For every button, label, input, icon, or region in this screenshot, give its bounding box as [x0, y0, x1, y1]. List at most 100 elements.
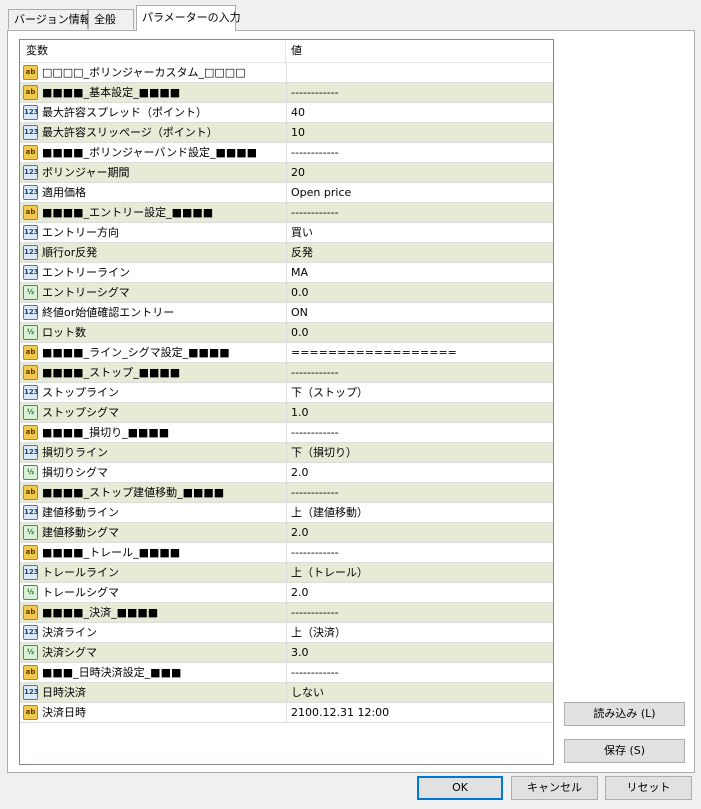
parameter-row[interactable]: ab ■■■_日時決済設定_■■■ ------------	[20, 663, 553, 683]
parameter-value[interactable]: 2100.12.31 12:00	[291, 703, 551, 722]
parameter-value[interactable]: 下（ストップ）	[291, 383, 551, 402]
parameter-row[interactable]: 123 エントリーライン MA	[20, 263, 553, 283]
parameter-value[interactable]: 20	[291, 163, 551, 182]
parameter-grid[interactable]: 変数 値 ab □□□□_ボリンジャーカスタム_□□□□ ab ■■■■_基本設定_■…	[19, 39, 554, 765]
parameter-name: 損切りシグマ	[42, 466, 108, 479]
column-divider	[286, 463, 287, 482]
reset-button[interactable]: リセット	[605, 776, 692, 800]
parameter-row[interactable]: ab 決済日時 2100.12.31 12:00	[20, 703, 553, 723]
parameter-value[interactable]: 10	[291, 123, 551, 142]
string-type-icon: ab	[23, 145, 38, 160]
parameter-row[interactable]: ab ■■■■_ライン_シグマ設定_■■■■ ==================	[20, 343, 553, 363]
parameter-value[interactable]: 0.0	[291, 283, 551, 302]
parameter-value[interactable]: ------------	[291, 543, 551, 562]
parameter-row[interactable]: ½ 建値移動シグマ 2.0	[20, 523, 553, 543]
parameter-value[interactable]: 買い	[291, 223, 551, 242]
column-header-variable[interactable]: 変数	[20, 40, 286, 62]
parameter-row[interactable]: ab ■■■■_エントリー設定_■■■■ ------------	[20, 203, 553, 223]
parameter-value[interactable]: 3.0	[291, 643, 551, 662]
parameter-value[interactable]: しない	[291, 683, 551, 702]
integer-type-icon: 123	[23, 565, 39, 580]
parameter-value[interactable]: 2.0	[291, 463, 551, 482]
tab-parameter-input[interactable]: パラメーターの入力	[136, 5, 241, 31]
parameter-value[interactable]: ------------	[291, 143, 551, 162]
parameter-row[interactable]: ½ ロット数 0.0	[20, 323, 553, 343]
string-type-icon: ab	[23, 345, 38, 360]
parameter-value[interactable]: ------------	[291, 423, 551, 442]
parameter-value[interactable]: ON	[291, 303, 551, 322]
parameter-row[interactable]: 123 最大許容スリッページ（ポイント） 10	[20, 123, 553, 143]
parameter-row[interactable]: ab ■■■■_ストップ_■■■■ ------------	[20, 363, 553, 383]
parameter-row[interactable]: ½ ストップシグマ 1.0	[20, 403, 553, 423]
parameter-row[interactable]: ab ■■■■_基本設定_■■■■ ------------	[20, 83, 553, 103]
parameter-name: 最大許容スリッページ（ポイント）	[42, 126, 218, 139]
tab-general[interactable]: 全般	[88, 9, 134, 29]
parameter-name: 最大許容スプレッド（ポイント）	[42, 106, 207, 119]
parameter-name: トレールライン	[42, 566, 119, 579]
parameter-row[interactable]: 123 損切りライン 下（損切り）	[20, 443, 553, 463]
double-type-icon: ½	[23, 325, 38, 340]
parameter-row[interactable]: ½ 決済シグマ 3.0	[20, 643, 553, 663]
parameter-value[interactable]: 上（建値移動）	[291, 503, 551, 522]
column-divider	[286, 63, 287, 82]
parameter-value[interactable]: ------------	[291, 483, 551, 502]
parameter-value[interactable]: ------------	[291, 363, 551, 382]
parameter-row[interactable]: ½ 損切りシグマ 2.0	[20, 463, 553, 483]
parameter-value[interactable]: 下（損切り）	[291, 443, 551, 462]
parameter-value[interactable]: ------------	[291, 603, 551, 622]
parameter-value[interactable]: 2.0	[291, 583, 551, 602]
parameter-value[interactable]: ==================	[291, 343, 551, 362]
parameter-value[interactable]: ------------	[291, 83, 551, 102]
column-header-value[interactable]: 値	[287, 40, 553, 62]
parameter-row[interactable]: 123 エントリー方向 買い	[20, 223, 553, 243]
parameter-value[interactable]: 40	[291, 103, 551, 122]
parameter-row[interactable]: ab ■■■■_ボリンジャーバンド設定_■■■■ ------------	[20, 143, 553, 163]
parameter-name: ■■■■_ストップ建値移動_■■■■	[42, 486, 225, 499]
parameter-row[interactable]: 123 トレールライン 上（トレール）	[20, 563, 553, 583]
parameter-row[interactable]: ½ エントリーシグマ 0.0	[20, 283, 553, 303]
parameter-row[interactable]: 123 適用価格 Open price	[20, 183, 553, 203]
parameter-value[interactable]: MA	[291, 263, 551, 282]
parameter-value[interactable]: 2.0	[291, 523, 551, 542]
parameter-row[interactable]: ab ■■■■_ストップ建値移動_■■■■ ------------	[20, 483, 553, 503]
string-type-icon: ab	[23, 365, 38, 380]
load-button[interactable]: 読み込み (L)	[564, 702, 685, 726]
ok-button[interactable]: OK	[417, 776, 503, 800]
parameter-value[interactable]: 1.0	[291, 403, 551, 422]
column-divider	[286, 183, 287, 202]
parameter-row[interactable]: ab ■■■■_損切り_■■■■ ------------	[20, 423, 553, 443]
column-divider	[286, 603, 287, 622]
parameter-row[interactable]: 123 ボリンジャー期間 20	[20, 163, 553, 183]
parameter-row[interactable]: ab □□□□_ボリンジャーカスタム_□□□□	[20, 63, 553, 83]
parameter-value[interactable]: Open price	[291, 183, 551, 202]
cancel-button[interactable]: キャンセル	[511, 776, 598, 800]
parameter-row[interactable]: 123 建値移動ライン 上（建値移動）	[20, 503, 553, 523]
parameter-value[interactable]: 反発	[291, 243, 551, 262]
parameter-name: エントリーシグマ	[42, 286, 130, 299]
parameter-row[interactable]: ab ■■■■_決済_■■■■ ------------	[20, 603, 553, 623]
parameter-value[interactable]: ------------	[291, 663, 551, 682]
column-divider	[286, 383, 287, 402]
parameter-row[interactable]: 123 ストップライン 下（ストップ）	[20, 383, 553, 403]
parameter-row[interactable]: 123 決済ライン 上（決済）	[20, 623, 553, 643]
parameter-row[interactable]: ab ■■■■_トレール_■■■■ ------------	[20, 543, 553, 563]
integer-type-icon: 123	[23, 305, 39, 320]
string-type-icon: ab	[23, 485, 38, 500]
save-button[interactable]: 保存 (S)	[564, 739, 685, 763]
column-divider	[286, 103, 287, 122]
parameter-row[interactable]: ½ トレールシグマ 2.0	[20, 583, 553, 603]
parameter-value[interactable]: 上（トレール）	[291, 563, 551, 582]
parameter-row[interactable]: 123 最大許容スプレッド（ポイント） 40	[20, 103, 553, 123]
tab-version-info[interactable]: バージョン情報	[8, 9, 91, 29]
parameter-name: トレールシグマ	[42, 586, 119, 599]
parameter-row[interactable]: 123 終値or始値確認エントリー ON	[20, 303, 553, 323]
integer-type-icon: 123	[23, 505, 39, 520]
parameter-value[interactable]: ------------	[291, 203, 551, 222]
parameter-name: 日時決済	[42, 686, 86, 699]
integer-type-icon: 123	[23, 165, 39, 180]
integer-type-icon: 123	[23, 685, 39, 700]
parameter-row[interactable]: 123 日時決済 しない	[20, 683, 553, 703]
parameter-value[interactable]: 上（決済）	[291, 623, 551, 642]
parameter-row[interactable]: 123 順行or反発 反発	[20, 243, 553, 263]
parameter-value[interactable]: 0.0	[291, 323, 551, 342]
